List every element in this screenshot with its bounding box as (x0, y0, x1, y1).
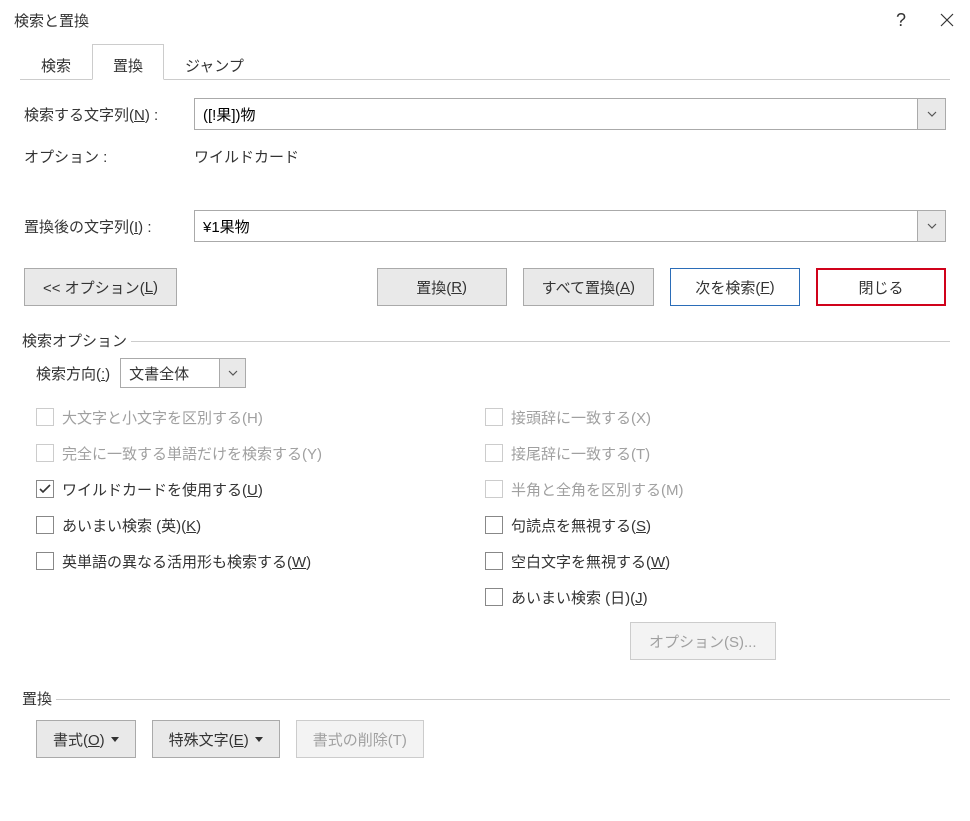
no-formatting-button: 書式の削除(T) (296, 720, 424, 758)
find-what-label: 検索する文字列(N) : (24, 104, 194, 125)
search-direction-dropdown[interactable] (219, 359, 245, 387)
sounds-like-jp-label: あいまい検索 (日)(J) (511, 587, 648, 608)
whole-word-label: 完全に一致する単語だけを検索する(Y) (62, 443, 322, 464)
options-value: ワイルドカード (194, 146, 946, 167)
action-button-row: << オプション(L) 置換(R) すべて置換(A) 次を検索(F) 閉じる (0, 252, 970, 306)
word-forms-row[interactable]: 英単語の異なる活用形も検索する(W) (36, 550, 485, 572)
use-wildcards-row[interactable]: ワイルドカードを使用する(U) (36, 478, 485, 500)
options-button-disabled: オプション(S)... (630, 622, 776, 660)
triangle-down-icon (255, 737, 263, 742)
replace-section: 置換 書式(O) 特殊文字(E) 書式の削除(T) (20, 678, 950, 758)
match-prefix-label: 接頭辞に一致する(X) (511, 407, 651, 428)
chevron-down-icon (927, 111, 937, 117)
sounds-like-en-label: あいまい検索 (英)(K) (62, 515, 201, 536)
ignore-space-label: 空白文字を無視する(W) (511, 551, 670, 572)
half-full-width-label: 半角と全角を区別する(M) (511, 479, 684, 500)
search-direction-select[interactable]: 文書全体 (120, 358, 246, 388)
find-replace-dialog: 検索と置換 ? 検索 置換 ジャンプ 検索する文字列(N) : オプション : (0, 0, 970, 821)
find-what-input[interactable] (195, 99, 917, 129)
search-options-title: 検索オプション (18, 330, 131, 351)
match-case-label: 大文字と小文字を区別する(H) (62, 407, 263, 428)
half-full-width-row: 半角と全角を区別する(M) (485, 478, 934, 500)
find-what-combo[interactable] (194, 98, 946, 130)
help-button[interactable]: ? (878, 0, 924, 40)
replace-with-label: 置換後の文字列(I) : (24, 216, 194, 237)
match-prefix-checkbox (485, 408, 503, 426)
replace-with-dropdown[interactable] (917, 211, 945, 241)
whole-word-checkbox (36, 444, 54, 462)
match-case-checkbox (36, 408, 54, 426)
ignore-punct-checkbox[interactable] (485, 516, 503, 534)
search-direction-label: 検索方向(:) (36, 363, 110, 384)
titlebar: 検索と置換 ? (0, 0, 970, 40)
triangle-down-icon (111, 737, 119, 742)
use-wildcards-label: ワイルドカードを使用する(U) (62, 479, 263, 500)
close-button[interactable]: 閉じる (816, 268, 946, 306)
special-button-label: 特殊文字(E) (169, 729, 249, 750)
half-full-width-checkbox (485, 480, 503, 498)
close-window-button[interactable] (924, 0, 970, 40)
tab-search[interactable]: 検索 (20, 44, 92, 80)
search-options-fieldset: 検索オプション 検索方向(:) 文書全体 大文字と小文字を区別する(H) (20, 320, 950, 660)
match-suffix-label: 接尾辞に一致する(T) (511, 443, 650, 464)
sounds-like-jp-checkbox[interactable] (485, 588, 503, 606)
replace-button[interactable]: 置換(R) (377, 268, 507, 306)
check-icon (39, 484, 51, 494)
special-button[interactable]: 特殊文字(E) (152, 720, 280, 758)
ignore-space-checkbox[interactable] (485, 552, 503, 570)
replace-section-title: 置換 (18, 688, 56, 709)
find-next-button[interactable]: 次を検索(F) (670, 268, 800, 306)
chevron-down-icon (228, 370, 238, 376)
ignore-punct-label: 句読点を無視する(S) (511, 515, 651, 536)
less-options-button[interactable]: << オプション(L) (24, 268, 177, 306)
replace-all-button[interactable]: すべて置換(A) (523, 268, 654, 306)
tab-replace[interactable]: 置換 (92, 44, 164, 80)
word-forms-label: 英単語の異なる活用形も検索する(W) (62, 551, 311, 572)
search-direction-value: 文書全体 (121, 359, 219, 387)
chevron-down-icon (927, 223, 937, 229)
dialog-title: 検索と置換 (14, 10, 878, 31)
match-prefix-row: 接頭辞に一致する(X) (485, 406, 934, 428)
tab-bar: 検索 置換 ジャンプ (20, 44, 970, 80)
options-label: オプション : (24, 146, 194, 167)
form-area: 検索する文字列(N) : オプション : ワイルドカード 置換後の文字列(I) … (0, 80, 970, 242)
format-button[interactable]: 書式(O) (36, 720, 136, 758)
find-what-dropdown[interactable] (917, 99, 945, 129)
match-case-row: 大文字と小文字を区別する(H) (36, 406, 485, 428)
close-icon (940, 13, 954, 27)
ignore-punct-row[interactable]: 句読点を無視する(S) (485, 514, 934, 536)
replace-with-combo[interactable] (194, 210, 946, 242)
replace-with-input[interactable] (195, 211, 917, 241)
ignore-space-row[interactable]: 空白文字を無視する(W) (485, 550, 934, 572)
format-button-label: 書式(O) (53, 729, 105, 750)
match-suffix-checkbox (485, 444, 503, 462)
use-wildcards-checkbox[interactable] (36, 480, 54, 498)
tab-jump[interactable]: ジャンプ (164, 44, 265, 80)
word-forms-checkbox[interactable] (36, 552, 54, 570)
whole-word-row: 完全に一致する単語だけを検索する(Y) (36, 442, 485, 464)
sounds-like-en-checkbox[interactable] (36, 516, 54, 534)
sounds-like-en-row[interactable]: あいまい検索 (英)(K) (36, 514, 485, 536)
match-suffix-row: 接尾辞に一致する(T) (485, 442, 934, 464)
sounds-like-jp-row[interactable]: あいまい検索 (日)(J) (485, 586, 934, 608)
